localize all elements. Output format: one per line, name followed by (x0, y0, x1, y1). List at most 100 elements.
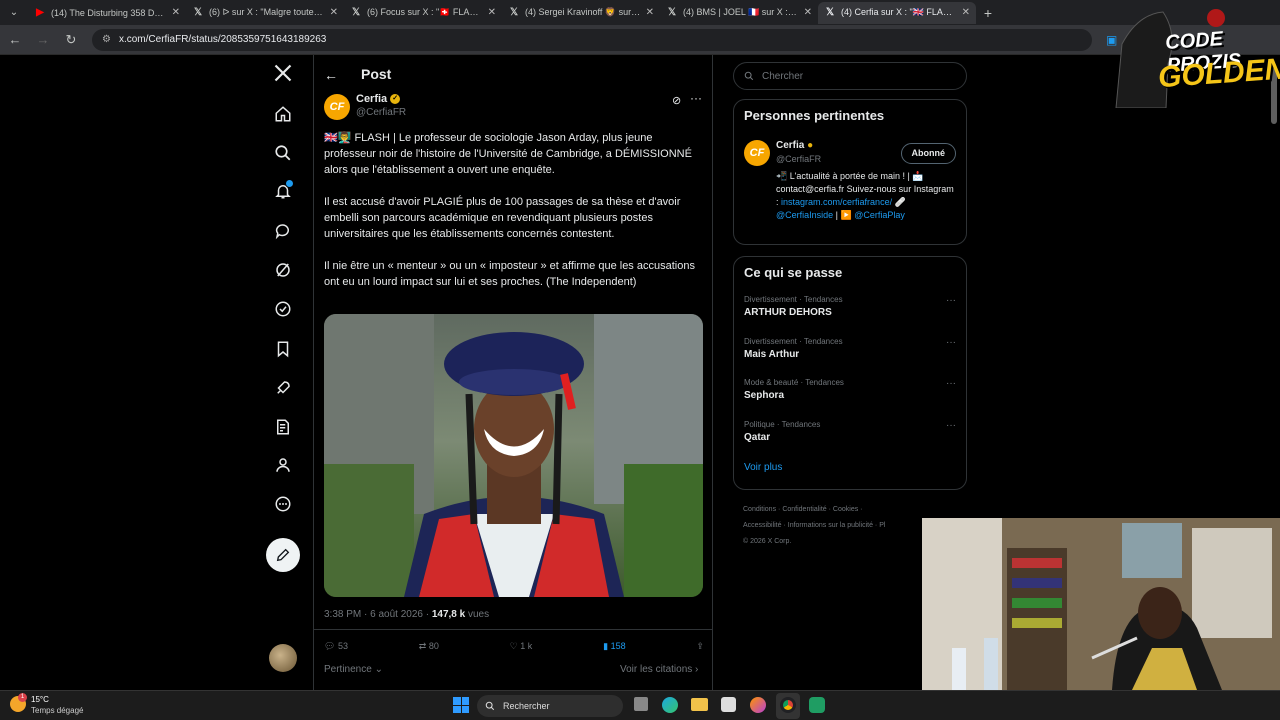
address-toolbar: ← → ↻ ⚙ x.com/CerfiaFR/status/2085359751… (0, 25, 1280, 55)
browser-tab-active[interactable]: 𝕏 (4) Cerfia sur X : "🇬🇧 FLASH | ✕ (818, 1, 976, 24)
taskbar-search[interactable]: Rechercher (477, 695, 623, 717)
taskbar-search-label: Rechercher (503, 701, 550, 711)
author-name-row[interactable]: Cerfia ✓ (356, 93, 401, 105)
footer-link[interactable]: Accessibilité (743, 522, 782, 529)
like-button[interactable]: ♡ 1 k (510, 641, 533, 652)
webcam-feed-image (922, 518, 1280, 690)
relevant-name-row[interactable]: Cerfia ● (776, 140, 813, 151)
chrome-icon[interactable] (780, 697, 796, 713)
task-view-icon[interactable] (634, 697, 648, 711)
profile-icon[interactable] (262, 450, 304, 480)
grok-icon[interactable] (262, 255, 304, 285)
browser-tab[interactable]: 𝕏 (6) ᐅ sur X : "Malgre toutes les ✕ (186, 2, 344, 24)
relevant-handle: @CerfiaFR (776, 154, 822, 164)
footer-link[interactable]: Cookies (833, 506, 858, 513)
premium-verified-icon[interactable] (262, 294, 304, 324)
footer-link[interactable]: Pl (879, 522, 885, 529)
copyright: © 2026 X Corp. (743, 538, 792, 545)
sort-dropdown[interactable]: Pertinence ⌄ (324, 664, 383, 675)
cerfia-play-link[interactable]: @CerfiaPlay (854, 210, 905, 220)
post-photo[interactable] (324, 314, 703, 597)
back-arrow-icon[interactable]: ← (324, 67, 338, 83)
following-button[interactable]: Abonné (900, 143, 956, 164)
page-title: Post (361, 66, 392, 82)
file-explorer-icon[interactable] (691, 698, 708, 711)
trend-name: Mais Arthur (744, 349, 800, 360)
trend-more-icon[interactable]: ··· (946, 337, 956, 348)
x-logo-icon: 𝕏 (509, 7, 519, 18)
more-options-icon[interactable] (262, 489, 304, 519)
post-more-icon[interactable]: ··· (690, 91, 702, 105)
close-tab-icon[interactable]: ✕ (172, 7, 180, 18)
reply-button[interactable]: 💬︎ 53 (324, 641, 348, 652)
youtube-icon: ▶ (36, 7, 44, 18)
trend-item[interactable]: Divertissement · Tendances ARTHUR DEHORS… (744, 295, 956, 318)
grok-explain-icon[interactable]: ⊘ (672, 94, 681, 107)
close-tab-icon[interactable]: ✕ (804, 7, 812, 18)
forward-icon[interactable]: → (36, 32, 50, 47)
show-more-link[interactable]: Voir plus (744, 462, 782, 473)
author-avatar[interactable]: CF (324, 94, 350, 120)
browser-tab[interactable]: 𝕏 (6) Focus sur X : "🇨🇭 FLASH | ✕ (344, 2, 502, 24)
close-tab-icon[interactable]: ✕ (646, 7, 654, 18)
browser-tab[interactable]: 𝕏 (4) Sergei Kravinoff 🦁 sur X : " ✕ (502, 2, 660, 24)
bookmark-button[interactable]: ▮ 158 (603, 641, 626, 652)
site-info-icon[interactable]: ⚙ (102, 34, 111, 45)
trend-item[interactable]: Politique · Tendances Qatar ··· (744, 420, 956, 443)
repost-button[interactable]: ⇄ 80 (419, 641, 439, 652)
quotes-label: Voir les citations (620, 664, 693, 675)
heart-icon: ♡ (509, 641, 518, 651)
verified-badge-icon: ✓ (390, 94, 401, 104)
view-quotes-link[interactable]: Voir les citations › (620, 664, 698, 675)
x-logo-icon: 𝕏 (825, 7, 835, 18)
cerfia-avatar[interactable]: CF (744, 140, 770, 166)
x-home-logo-icon[interactable] (262, 58, 304, 88)
store-icon[interactable] (721, 697, 736, 712)
tab-search-icon[interactable]: ⌄ (0, 7, 28, 18)
articles-icon[interactable] (262, 412, 304, 442)
cerfia-inside-link[interactable]: @CerfiaInside (776, 210, 833, 220)
sort-label: Pertinence (324, 664, 372, 675)
close-tab-icon[interactable]: ✕ (330, 7, 338, 18)
browser-tab[interactable]: ▶ (14) The Disturbing 358 Days D ✕ (28, 2, 186, 24)
tab-title: (6) Focus sur X : "🇨🇭 FLASH | (367, 7, 483, 17)
new-tab-icon[interactable]: + (976, 5, 1000, 21)
bookmarks-icon[interactable] (262, 334, 304, 364)
edge-icon[interactable] (662, 697, 678, 713)
close-tab-icon[interactable]: ✕ (488, 7, 496, 18)
post-timestamp[interactable]: 3:38 PM · 6 août 2026 · (324, 609, 432, 620)
browser-tab[interactable]: 𝕏 (4) BMS | JOEL 🇫🇷 sur X : "mo ✕ (660, 2, 818, 24)
footer-link[interactable]: Informations sur la publicité (788, 522, 873, 529)
search-icon[interactable] (262, 138, 304, 168)
home-icon[interactable] (262, 99, 304, 129)
trend-more-icon[interactable]: ··· (946, 420, 956, 431)
close-tab-icon[interactable]: ✕ (962, 7, 970, 18)
windows-start-icon[interactable] (453, 697, 469, 713)
search-placeholder: Chercher (762, 70, 804, 82)
compose-post-button[interactable] (266, 538, 300, 572)
search-box[interactable]: Chercher (733, 62, 967, 90)
trend-context: Divertissement · Tendances (744, 337, 843, 346)
account-avatar[interactable] (269, 644, 297, 672)
trend-item[interactable]: Mode & beauté · Tendances Sephora ··· (744, 378, 956, 401)
firefox-icon[interactable] (750, 697, 766, 713)
back-icon[interactable]: ← (8, 32, 22, 47)
footer-link[interactable]: Conditions (743, 506, 776, 513)
bookmark-filled-icon: ▮ (603, 641, 609, 651)
app-icon[interactable] (809, 697, 825, 713)
reload-icon[interactable]: ↻ (64, 32, 78, 48)
trend-item[interactable]: Divertissement · Tendances Mais Arthur ·… (744, 337, 956, 360)
trend-more-icon[interactable]: ··· (946, 295, 956, 306)
rocket-icon[interactable] (262, 373, 304, 403)
notifications-icon[interactable] (262, 176, 304, 206)
trend-more-icon[interactable]: ··· (946, 378, 956, 389)
reply-count: 53 (337, 641, 348, 651)
divider (314, 629, 712, 630)
url-bar[interactable]: ⚙ x.com/CerfiaFR/status/2085359751643189… (92, 28, 1092, 51)
tab-title: (14) The Disturbing 358 Days D (51, 7, 167, 18)
footer-link[interactable]: Confidentialité (782, 506, 826, 513)
share-button[interactable]: ⇪ (696, 641, 704, 652)
instagram-link[interactable]: instagram.com/cerfiafrance/ (781, 197, 892, 207)
messages-icon[interactable] (262, 216, 304, 246)
search-icon (744, 71, 754, 81)
